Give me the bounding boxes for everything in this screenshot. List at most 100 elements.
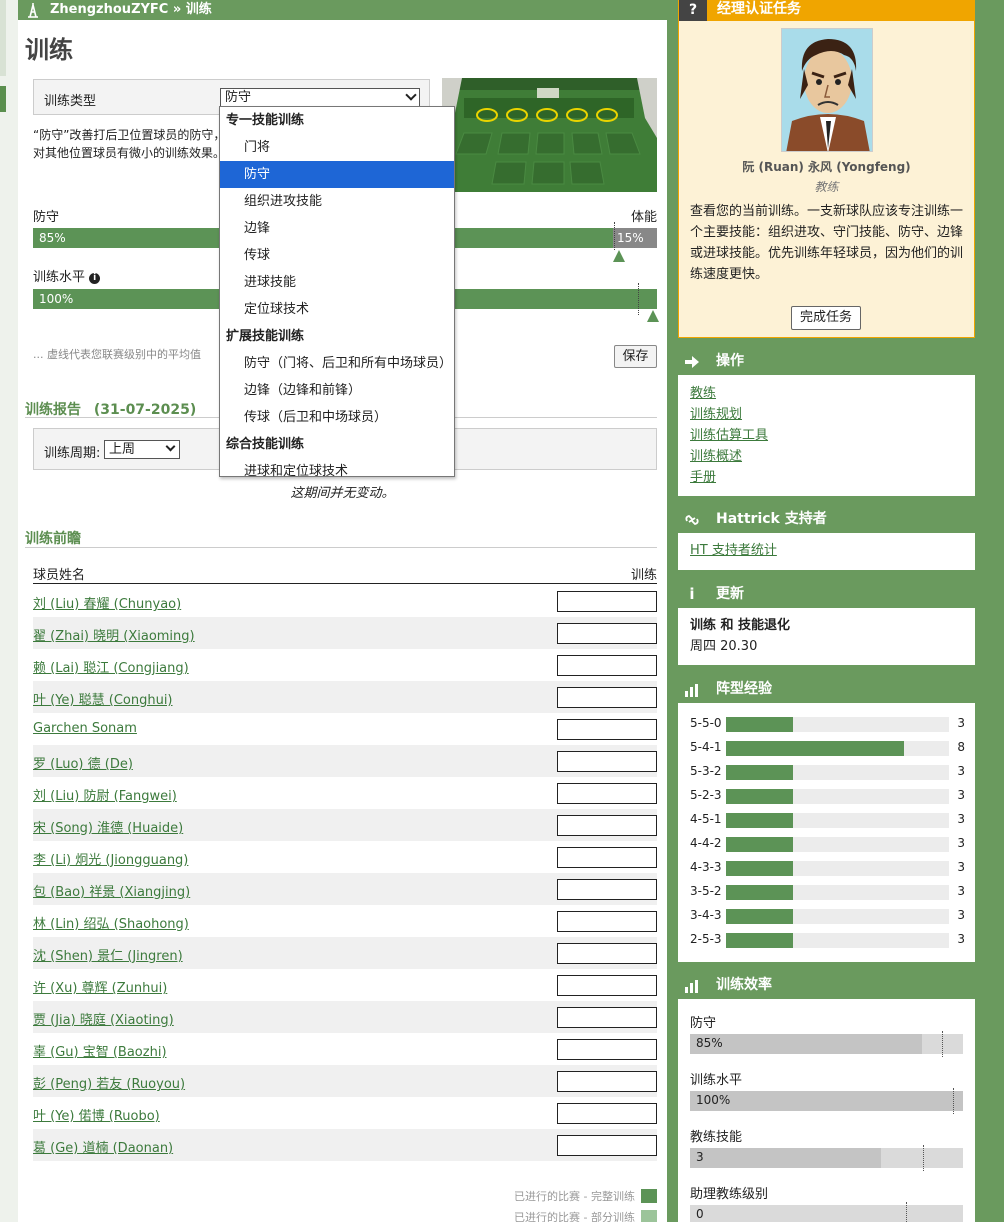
- formation-track: [726, 885, 949, 900]
- formation-row: 5-5-0 3: [690, 716, 975, 732]
- dropdown-option[interactable]: 门将: [220, 134, 454, 161]
- sidebar: ? 经理认证任务 阮 (Ruan) 永风 (Yongfeng) 教练 查看您的当…: [667, 0, 1004, 1222]
- training-efficiency-box: 训练效率 防守 85% 训练水平 100% 教练技能 3 助理教练级别 0: [678, 972, 975, 1222]
- training-cell: [557, 879, 657, 900]
- dropdown-option[interactable]: 进球技能: [220, 269, 454, 296]
- dropdown-option[interactable]: 定位球技术: [220, 296, 454, 323]
- training-period-select[interactable]: 上周: [104, 440, 180, 459]
- training-cell: [557, 687, 657, 708]
- training-description: “防守”改善打后卫位置球员的防守，对其他位置球员有微小的训练效果。: [33, 128, 226, 160]
- player-name-link[interactable]: 包 (Bao) 祥景 (Xiangjing): [33, 881, 190, 900]
- player-name-link[interactable]: 辜 (Gu) 宝智 (Baozhi): [33, 1041, 167, 1060]
- formation-value: 3: [957, 764, 965, 778]
- stamina-bar-label: 体能: [630, 210, 657, 225]
- formation-name: 2-5-3: [690, 932, 722, 946]
- action-link[interactable]: 训练规划: [690, 407, 742, 422]
- training-level-slider-handle[interactable]: [647, 310, 659, 322]
- action-link[interactable]: 训练估算工具: [690, 428, 768, 443]
- player-name-link[interactable]: 翟 (Zhai) 晓明 (Xiaoming): [33, 625, 195, 644]
- dropdown-option[interactable]: 传球: [220, 242, 454, 269]
- formation-fill: [726, 861, 793, 876]
- formation-track: [726, 909, 949, 924]
- formation-value: 3: [957, 932, 965, 946]
- formation-fill: [726, 789, 793, 804]
- training-cell: [557, 815, 657, 836]
- player-name-link[interactable]: 刘 (Liu) 防尉 (Fangwei): [33, 785, 177, 804]
- formation-row: 2-5-3 3: [690, 932, 975, 948]
- average-line-note: ... 虚线代表您联赛级别中的平均值: [33, 348, 201, 361]
- player-name-link[interactable]: 李 (Li) 炯光 (Jiongguang): [33, 849, 188, 868]
- training-cell: [557, 911, 657, 932]
- update-headline: 训练 和 技能退化: [690, 618, 791, 633]
- legend-swatch-partial: [641, 1210, 657, 1222]
- formation-fill: [726, 765, 793, 780]
- player-name-link[interactable]: 刘 (Liu) 春耀 (Chunyao): [33, 593, 181, 612]
- dropdown-option[interactable]: 传球（后卫和中场球员）: [220, 404, 454, 431]
- training-report-title-text: 训练报告: [25, 402, 81, 418]
- player-name-link[interactable]: 许 (Xu) 尊辉 (Zunhui): [33, 977, 167, 996]
- player-name-link[interactable]: 叶 (Ye) 聪慧 (Conghui): [33, 689, 173, 708]
- update-box: i 更新 训练 和 技能退化 周四 20.30: [678, 581, 975, 665]
- formation-value: 3: [957, 908, 965, 922]
- action-link[interactable]: 手册: [690, 470, 716, 485]
- table-row: 宋 (Song) 淮德 (Huaide): [33, 809, 657, 841]
- formation-name: 5-2-3: [690, 788, 722, 802]
- training-cell: [557, 655, 657, 676]
- update-title: 更新: [716, 586, 744, 602]
- complete-task-button[interactable]: 完成任务: [791, 306, 861, 330]
- dropdown-option[interactable]: 防守（门将、后卫和所有中场球员）: [220, 350, 454, 377]
- left-edge-tab: [0, 0, 6, 76]
- player-name-link[interactable]: 赖 (Lai) 聪江 (Congjiang): [33, 657, 189, 676]
- player-name-link[interactable]: Garchen Sonam: [33, 721, 137, 736]
- dropdown-option[interactable]: 边锋（边锋和前锋）: [220, 377, 454, 404]
- formation-fill: [726, 813, 793, 828]
- player-name-link[interactable]: 沈 (Shen) 景仁 (Jingren): [33, 945, 183, 964]
- table-row: 罗 (Luo) 德 (De): [33, 745, 657, 777]
- training-type-dropdown-menu[interactable]: 专一技能训练 门将 防守 组织进攻技能 边锋 传球 进球技能 定位球技术 扩展技能训练 防守（门将…: [219, 106, 455, 479]
- action-link[interactable]: 训练概述: [690, 449, 742, 464]
- legend-partial-training: 已进行的比赛 - 部分训练: [514, 1209, 657, 1222]
- formation-row: 3-5-2 3: [690, 884, 975, 900]
- efficiency-value: 0: [696, 1207, 704, 1221]
- player-name-link[interactable]: 宋 (Song) 淮德 (Huaide): [33, 817, 183, 836]
- supporter-header: Hattrick 支持者: [678, 506, 975, 533]
- breadcrumb-text[interactable]: ZhengzhouZYFC » 训练: [50, 1, 212, 19]
- dropdown-option[interactable]: 边锋: [220, 215, 454, 242]
- actions-title: 操作: [716, 353, 744, 369]
- formation-row: 5-3-2 3: [690, 764, 975, 780]
- formation-name: 5-3-2: [690, 764, 722, 778]
- formation-value: 3: [957, 860, 965, 874]
- player-name-link[interactable]: 罗 (Luo) 德 (De): [33, 753, 133, 772]
- table-row: 刘 (Liu) 防尉 (Fangwei): [33, 777, 657, 809]
- player-name-link[interactable]: 贾 (Jia) 晓庭 (Xiaoting): [33, 1009, 174, 1028]
- supporter-title: Hattrick 支持者: [716, 511, 827, 527]
- league-average-line: [942, 1031, 943, 1057]
- formation-row: 4-4-2 3: [690, 836, 975, 852]
- formation-fill: [726, 741, 905, 756]
- player-name-link[interactable]: 彭 (Peng) 若友 (Ruoyou): [33, 1073, 185, 1092]
- dropdown-option[interactable]: 防守: [220, 161, 454, 188]
- action-link[interactable]: 教练: [690, 386, 716, 401]
- dropdown-option[interactable]: 组织进攻技能: [220, 188, 454, 215]
- supporter-stats-link[interactable]: HT 支持者统计: [690, 543, 777, 558]
- efficiency-bar: 85%: [690, 1031, 963, 1057]
- dropdown-option[interactable]: 进球和定位球技术: [220, 458, 454, 485]
- arrow-right-icon: [678, 348, 706, 375]
- defense-slider-handle[interactable]: [613, 250, 625, 262]
- question-icon: ?: [679, 0, 707, 21]
- training-type-select[interactable]: 防守: [220, 88, 420, 107]
- player-name-link[interactable]: 林 (Lin) 绍弘 (Shaohong): [33, 913, 189, 932]
- player-name-link[interactable]: 叶 (Ye) 偌博 (Ruobo): [33, 1105, 160, 1124]
- defense-share-value: 85%: [39, 231, 66, 245]
- formation-row: 4-5-1 3: [690, 812, 975, 828]
- save-button[interactable]: 保存: [614, 345, 657, 368]
- defense-bar-label: 防守: [33, 210, 60, 225]
- formation-name: 3-4-3: [690, 908, 722, 922]
- update-body: 训练 和 技能退化 周四 20.30: [678, 608, 975, 665]
- player-name-link[interactable]: 葛 (Ge) 道楠 (Daonan): [33, 1137, 173, 1156]
- formation-fill: [726, 909, 793, 924]
- training-type-selected: 防守: [225, 90, 252, 105]
- efficiency-fill: [690, 1148, 882, 1168]
- formation-track: [726, 933, 949, 948]
- info-icon[interactable]: i: [89, 273, 101, 284]
